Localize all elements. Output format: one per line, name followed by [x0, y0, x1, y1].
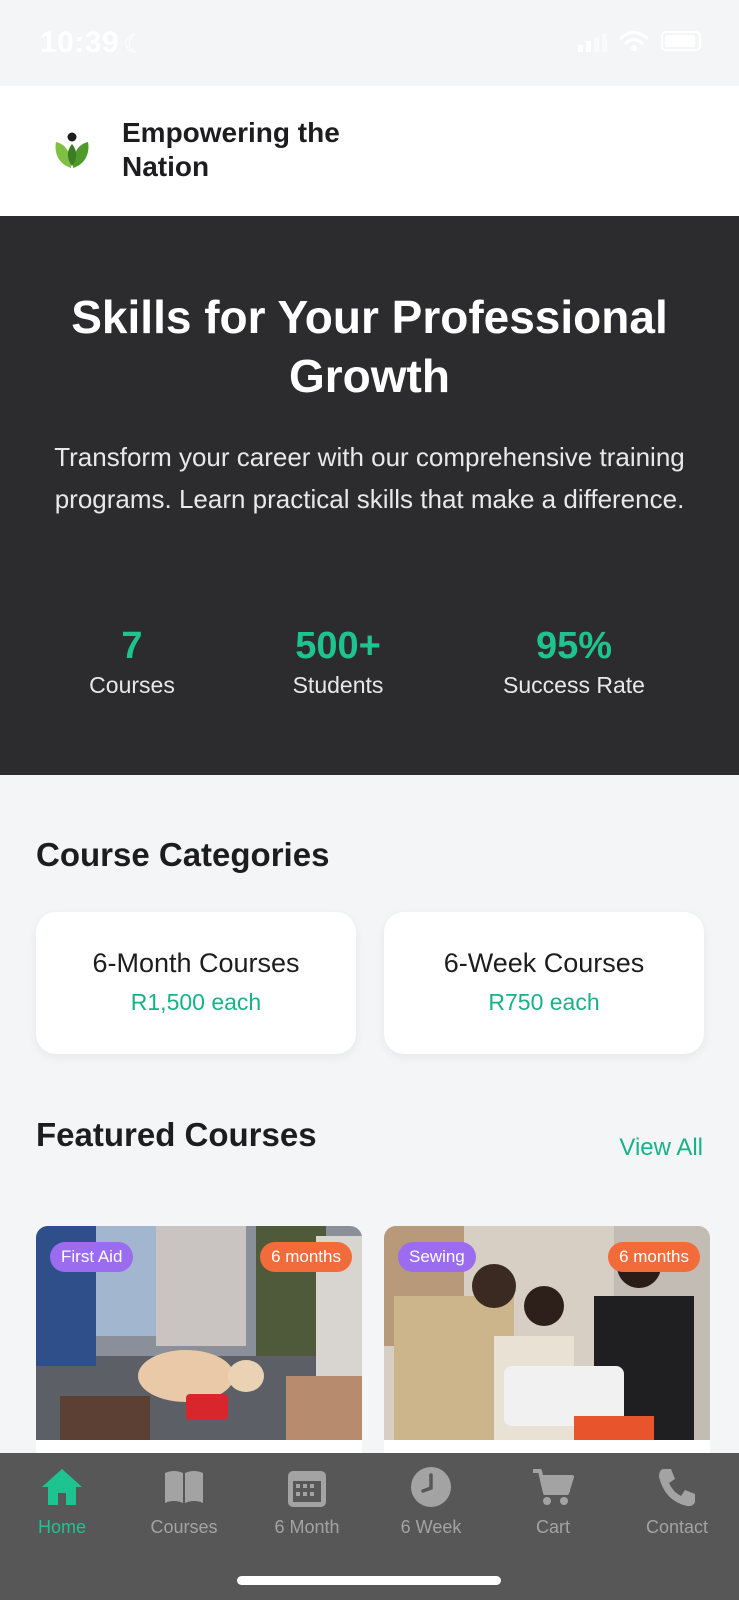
course-categories-title: Course Categories: [36, 836, 330, 873]
brand-title: Empowering the Nation: [122, 117, 340, 182]
stat-courses: 7 Courses: [62, 624, 202, 699]
stat-value: 500+: [295, 625, 381, 667]
tab-contact[interactable]: Contact: [617, 1465, 737, 1538]
stat-success-rate: 95% Success Rate: [478, 624, 670, 699]
stat-value: 95%: [535, 625, 613, 667]
phone-icon: [659, 1469, 695, 1507]
stat-students: 500+ Students: [258, 624, 418, 699]
home-icon: [42, 1469, 82, 1505]
category-name: 6-Month Courses: [92, 948, 300, 978]
tab-label: Cart: [535, 1517, 570, 1537]
signal-icon: [578, 30, 607, 52]
tab-home[interactable]: Home: [2, 1465, 122, 1538]
category-card-6-month[interactable]: 6-Month Courses R1,500 each: [36, 912, 356, 1054]
category-price: R1,500 each: [130, 989, 262, 1015]
category-name: 6-Week Courses: [443, 948, 645, 978]
wifi-icon: [619, 31, 649, 51]
stat-label: Courses: [89, 672, 175, 698]
category-badge: First Aid: [50, 1242, 134, 1272]
clock-icon: [411, 1467, 451, 1507]
leaf-person-icon[interactable]: [52, 130, 92, 170]
tab-label: 6 Week: [400, 1517, 462, 1537]
book-icon: [165, 1471, 203, 1503]
category-badge: Sewing: [398, 1242, 476, 1272]
course-card-sewing[interactable]: Sewing 6 months: [384, 1226, 710, 1456]
hero-subtitle: Transform your career with our comprehen…: [54, 442, 685, 514]
tab-label: 6 Month: [274, 1517, 340, 1537]
tab-cart[interactable]: Cart: [493, 1465, 613, 1538]
status-bar: 10:39 ☾: [0, 0, 739, 86]
tab-6-week[interactable]: 6 Week: [371, 1465, 491, 1538]
status-icons: [578, 30, 701, 52]
home-indicator[interactable]: [237, 1576, 501, 1585]
course-card-first-aid[interactable]: First Aid 6 months: [36, 1226, 362, 1456]
battery-icon: [661, 31, 701, 51]
cart-icon: [533, 1469, 574, 1505]
tab-6-month[interactable]: 6 Month: [247, 1465, 367, 1538]
duration-badge: 6 months: [608, 1242, 700, 1272]
tab-label: Contact: [645, 1517, 709, 1537]
status-time-text: 10:39: [40, 26, 120, 59]
category-card-6-week[interactable]: 6-Week Courses R750 each: [384, 912, 704, 1054]
hero-title: Skills for Your Professional Growth: [71, 291, 668, 402]
featured-courses-title: Featured Courses: [36, 1116, 317, 1153]
category-price: R750 each: [488, 989, 600, 1015]
stat-value: 7: [121, 625, 143, 667]
moon-icon: ☾: [123, 31, 146, 58]
duration-badge: 6 months: [260, 1242, 352, 1272]
stat-label: Success Rate: [503, 672, 645, 698]
tab-label: Home: [37, 1517, 86, 1537]
tab-label: Courses: [150, 1517, 218, 1537]
view-all-link[interactable]: View All: [619, 1134, 703, 1162]
tab-courses[interactable]: Courses: [124, 1465, 244, 1538]
app-header: Empowering the Nation: [0, 86, 739, 216]
status-time: 10:39 ☾: [40, 26, 145, 60]
stat-label: Students: [292, 672, 384, 698]
hero-section: Skills for Your Professional Growth Tran…: [0, 216, 739, 775]
calendar-icon: [288, 1471, 326, 1507]
